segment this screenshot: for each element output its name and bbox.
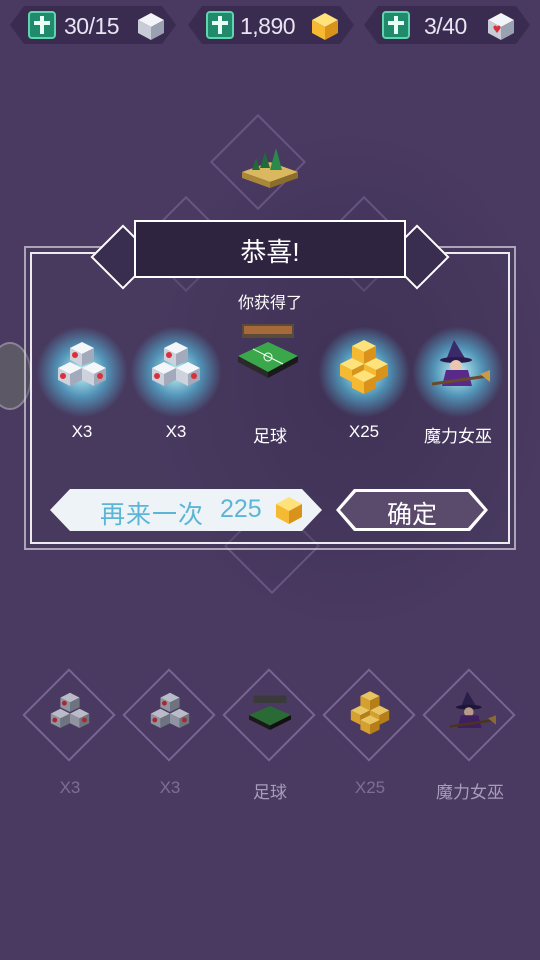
forest-tile-icon [242,148,298,188]
slot-label: X3 [159,778,181,797]
play-again-cost: 225 [220,495,262,523]
red-cube-icon [486,11,516,41]
heart-cubes-icon [150,692,190,728]
slot-label: 足球 [253,783,287,802]
reward-item: 足球 [222,318,318,446]
heart-cubes-icon [58,342,106,386]
confirm-button[interactable]: 确定 [340,492,484,528]
silver-count: 30/15 [64,13,120,39]
gold-cubes-icon [340,340,388,394]
dialog-subtitle: 你获得了 [237,295,302,312]
gold-cube-icon [310,11,340,41]
witch-icon [449,691,496,728]
dialog-title: 恭喜! [240,237,300,267]
resource-gold[interactable]: 1,890 [188,6,354,44]
play-again-button[interactable]: 再来一次 225 [50,489,322,531]
resource-silver[interactable]: 30/15 [10,6,176,44]
reward-item: X3 [34,318,130,441]
item-slot[interactable]: X3 [122,668,218,808]
slot-label: X3 [59,778,81,797]
soccer-field-icon [238,324,298,378]
heart-cubes-icon [152,342,200,386]
soccer-field-icon [249,695,291,730]
item-slot[interactable]: 魔力女巫 [422,668,518,808]
reward-label: 魔力女巫 [424,427,492,446]
item-slot[interactable]: X25 [322,668,418,808]
red-count: 3/40 [424,13,467,39]
reward-item: 魔力女巫 [410,318,506,446]
slot-label: 魔力女巫 [436,783,504,802]
gold-count: 1,890 [240,13,296,39]
gold-cube-icon [274,495,304,525]
slot-label: X25 [354,778,386,797]
reward-item: X3 [128,318,224,441]
reward-item: X25 [316,318,412,441]
silver-cube-icon [136,11,166,41]
resource-red[interactable]: 3/40 [364,6,530,44]
confirm-label: 确定 [386,501,437,529]
item-slot[interactable]: 足球 [222,668,318,808]
gold-cubes-icon [350,691,390,735]
item-slot[interactable]: X3 [22,668,118,808]
play-again-label: 再来一次 [100,501,205,529]
add-gold-button[interactable] [206,11,234,39]
heart-cubes-icon [50,692,90,728]
add-silver-button[interactable] [28,11,56,39]
add-red-button[interactable] [382,11,410,39]
witch-icon [431,340,490,386]
